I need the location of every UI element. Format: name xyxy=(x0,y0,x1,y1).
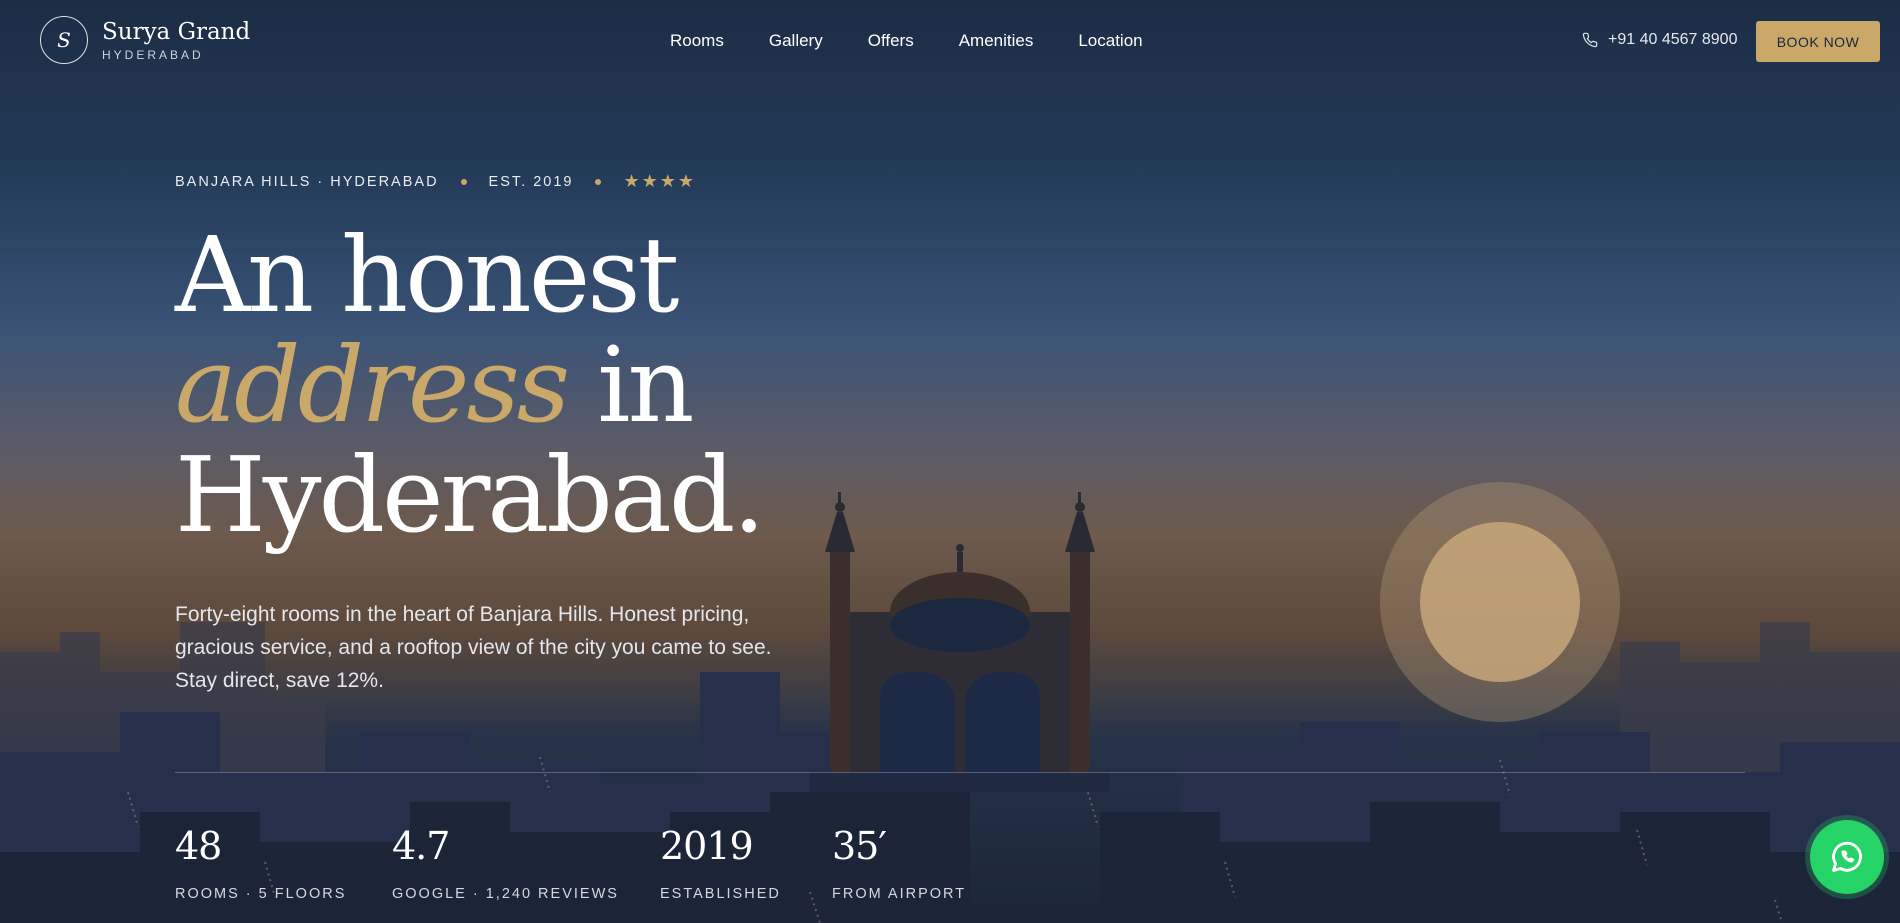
headline-in: in xyxy=(597,324,694,446)
phone-icon xyxy=(1582,32,1598,48)
stat-label: FROM AIRPORT xyxy=(832,886,967,902)
stat-label: GOOGLE · 1,240 REVIEWS xyxy=(392,886,619,902)
hero-location: BANJARA HILLS · HYDERABAD xyxy=(175,173,439,190)
stat-label: ESTABLISHED xyxy=(660,886,781,902)
whatsapp-button[interactable] xyxy=(1805,815,1889,899)
stat-value: 35′ xyxy=(832,824,887,868)
divider xyxy=(175,772,1745,773)
phone-link[interactable]: +91 40 4567 8900 xyxy=(1582,31,1737,49)
sun xyxy=(1420,522,1580,682)
stat-google-rating: 4.7 GOOGLE · 1,240 REVIEWS xyxy=(392,826,619,902)
book-now-button[interactable]: BOOK NOW xyxy=(1756,21,1880,62)
charminar-silhouette xyxy=(810,492,1110,792)
stat-value: 2019 xyxy=(660,824,754,868)
stat-established: 2019 ESTABLISHED xyxy=(660,826,781,902)
whatsapp-icon xyxy=(1832,841,1862,872)
site-header: S Surya Grand HYDERABAD Rooms Gallery Of… xyxy=(0,0,1900,84)
nav-location[interactable]: Location xyxy=(1078,31,1142,51)
whatsapp-button-inner xyxy=(1810,820,1884,894)
logo-text: Surya Grand HYDERABAD xyxy=(102,19,250,62)
stat-rooms: 48 ROOMS · 5 FLOORS xyxy=(175,826,346,902)
hero-eyebrow: BANJARA HILLS · HYDERABAD EST. 2019 ★★★★ xyxy=(175,171,696,192)
headline-accent: address xyxy=(175,324,570,446)
headline-line-1: An honest xyxy=(175,214,679,336)
stat-label: ROOMS · 5 FLOORS xyxy=(175,886,347,902)
nav-rooms[interactable]: Rooms xyxy=(670,31,724,51)
separator-dot xyxy=(595,178,602,185)
brand-name: Surya Grand xyxy=(102,18,251,45)
stat-value: 48 xyxy=(175,824,222,868)
star-rating: ★★★★ xyxy=(623,171,697,191)
main-nav: Rooms Gallery Offers Amenities Location xyxy=(670,31,1188,51)
phone-number: +91 40 4567 8900 xyxy=(1608,31,1738,48)
hero-description: Forty-eight rooms in the heart of Banjar… xyxy=(175,603,772,692)
separator-dot xyxy=(460,178,467,185)
nav-offers[interactable]: Offers xyxy=(868,31,914,51)
nav-gallery[interactable]: Gallery xyxy=(769,31,823,51)
headline-line-3: Hyderabad. xyxy=(175,434,765,556)
nav-amenities[interactable]: Amenities xyxy=(959,31,1034,51)
brand-city: HYDERABAD xyxy=(102,47,204,62)
brand-logo[interactable]: S Surya Grand HYDERABAD xyxy=(40,16,250,64)
stat-value: 4.7 xyxy=(392,824,450,868)
hero-headline: An honest address in Hyderabad. xyxy=(175,220,765,550)
logo-monogram: S xyxy=(40,16,88,64)
stat-airport-distance: 35′ FROM AIRPORT xyxy=(832,826,966,902)
hero-established: EST. 2019 xyxy=(488,173,574,190)
